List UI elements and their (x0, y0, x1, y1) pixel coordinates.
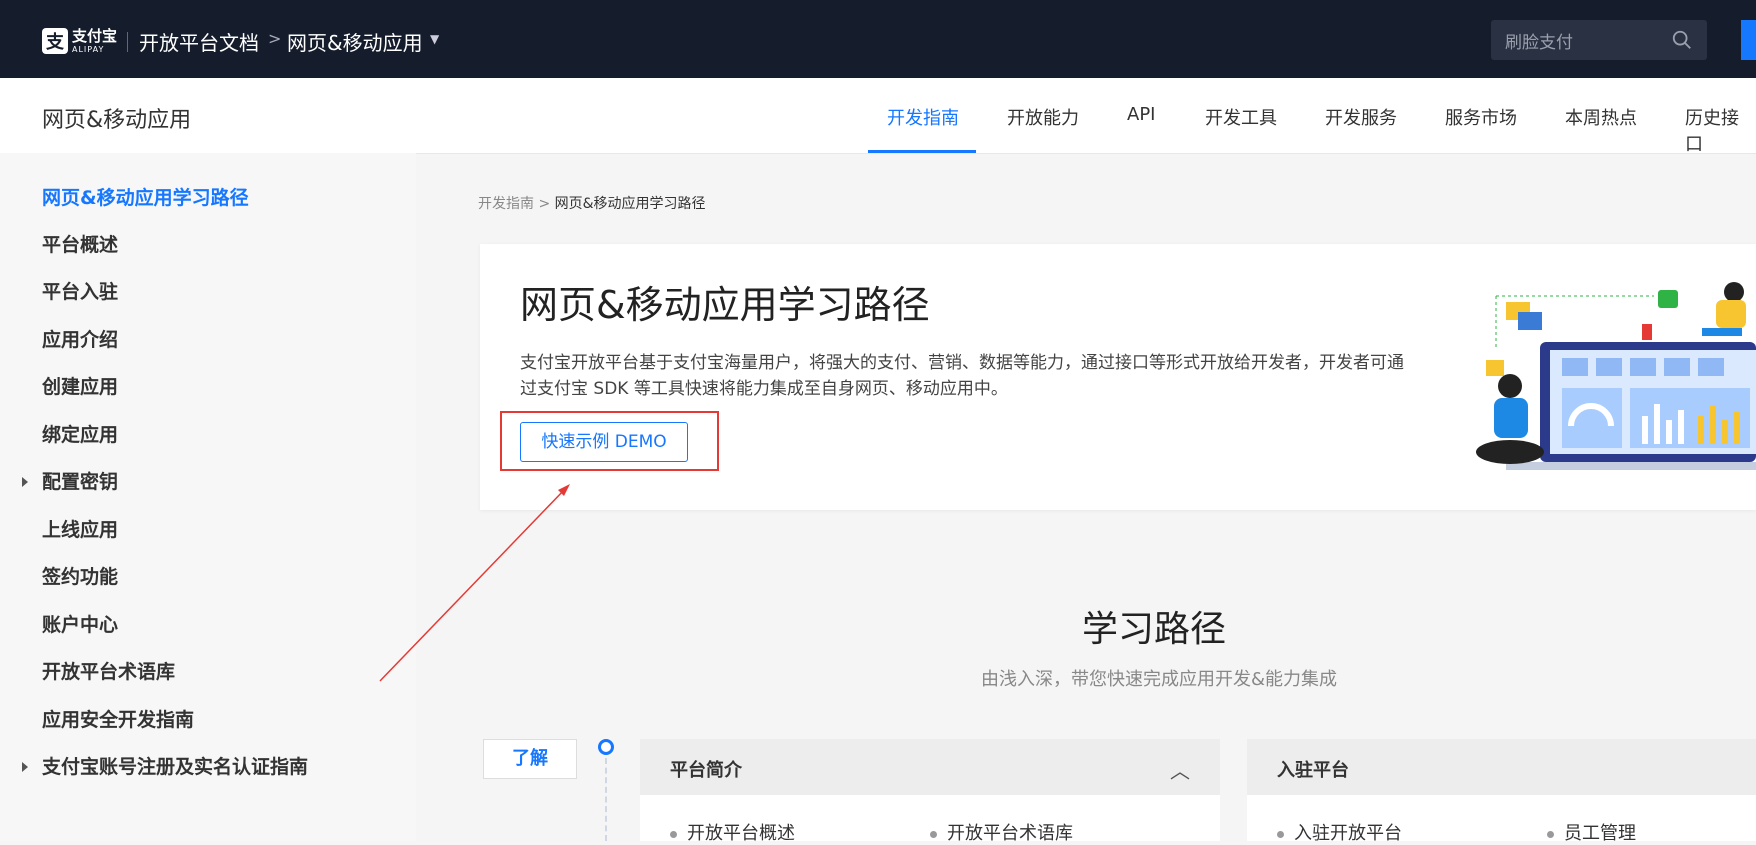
stage-tag-know: 了解 (483, 739, 577, 779)
list-item[interactable]: 入驻开放平台 (1277, 819, 1402, 845)
list-item[interactable]: 开放平台术语库 (930, 819, 1073, 845)
timeline-line (605, 758, 607, 841)
card-onboarding: 入驻平台 入驻开放平台 员工管理 (1247, 739, 1756, 844)
timeline-dot (598, 739, 614, 755)
learning-path-title: 学习路径 (1082, 609, 1227, 650)
learning-path-subtitle: 由浅入深，带您快速完成应用开发&能力集成 (981, 669, 1338, 690)
list-item[interactable]: 开放平台概述 (670, 819, 795, 845)
chevron-up-icon[interactable]: ︿ (1170, 755, 1190, 784)
card-title: 入驻平台 (1277, 760, 1349, 781)
card-title: 平台简介 (670, 760, 742, 781)
annotation-arrow (379, 484, 570, 682)
card-platform-intro: 平台简介 ︿ 开放平台概述 开放平台术语库 (640, 739, 1220, 844)
list-item[interactable]: 员工管理 (1547, 819, 1636, 845)
